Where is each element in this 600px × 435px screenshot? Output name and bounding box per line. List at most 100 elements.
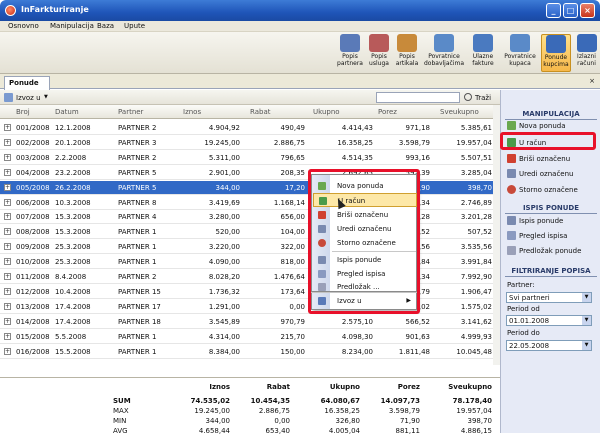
table-row[interactable]: +002/2008 20.1.2008 PARTNER 3 19.245,00 2.88…: [0, 136, 500, 150]
search-input[interactable]: [376, 92, 460, 103]
expand-row-icon[interactable]: +: [4, 302, 11, 310]
toolbar-povratnice-kupaca[interactable]: Povratnice kupaca: [500, 34, 540, 72]
expand-row-icon[interactable]: +: [4, 228, 11, 236]
toolbar-izlazni-racuni[interactable]: Izlazni računi: [573, 34, 600, 72]
toolbar-povratnice-dobavljacima[interactable]: Povratnice dobavljačima: [423, 34, 465, 72]
table-row[interactable]: +001/2008 12.1.2008 PARTNER 2 4.904,92 490,4…: [0, 121, 500, 135]
panel-pregled-ispisa[interactable]: Pregled ispisa: [507, 230, 567, 242]
expand-row-icon[interactable]: +: [4, 273, 11, 280]
table-row[interactable]: +016/2008 15.5.2008 PARTNER 1 8.384,00 150,0…: [0, 345, 500, 359]
chevron-down-icon[interactable]: ▼: [44, 94, 48, 100]
col-sveukupno[interactable]: Sveukupno: [440, 108, 479, 116]
expand-row-icon[interactable]: +: [4, 138, 11, 146]
expand-row-icon[interactable]: +: [4, 317, 11, 325]
table-row[interactable]: +011/2008 8.4.2008 PARTNER 2 8.028,20 1.476,…: [0, 270, 500, 284]
table-row[interactable]: +009/2008 25.3.2008 PARTNER 1 3.220,00 322,0…: [0, 240, 500, 255]
expand-row-icon[interactable]: +: [4, 183, 11, 191]
partner-select[interactable]: Svi partneri ▼: [506, 292, 592, 303]
expand-row-icon[interactable]: +: [4, 258, 11, 266]
col-broj[interactable]: Broj: [16, 108, 30, 116]
expand-row-icon[interactable]: +: [4, 213, 11, 221]
expand-row-icon[interactable]: +: [4, 124, 11, 131]
invoices-icon: [576, 34, 597, 52]
table-row[interactable]: +008/200815.3.2008PARTNER 1520,00104,004…: [0, 225, 500, 240]
services-icon: [369, 34, 389, 52]
toolbar-ponude-kupcima[interactable]: Ponude kupcima: [541, 34, 571, 72]
panel-uredi-oznacenu[interactable]: Uredi označenu: [507, 168, 573, 180]
table-cell: 3.141,62: [460, 317, 492, 326]
table-row[interactable]: +010/2008 25.3.2008 PARTNER 1 4.090,00 818,0…: [0, 255, 500, 270]
panel-ispis-ponude[interactable]: Ispis ponude: [507, 215, 563, 227]
table-row[interactable]: +012/2008 10.4.2008 PARTNER 15 1.736,32 173,…: [0, 285, 500, 299]
table-cell: 5.5.2008: [55, 332, 87, 341]
table-row[interactable]: +014/2008 17.4.2008 PARTNER 18 3.545,89 970,…: [0, 315, 500, 329]
summary-value: 10.454,35: [250, 397, 290, 405]
panel-brisi-oznacenu[interactable]: Briši označenu: [507, 153, 570, 165]
table-cell: PARTNER 2: [118, 124, 157, 132]
summary-value: 2.886,75: [258, 407, 290, 415]
search-button[interactable]: Traži: [475, 94, 491, 102]
expand-row-icon[interactable]: +: [4, 153, 11, 161]
table-row[interactable]: +003/2008 2.2.2008 PARTNER 2 5.311,00 796,65…: [0, 151, 500, 165]
panel-storno-oznacene[interactable]: Storno označene: [507, 184, 578, 196]
app-icon: [5, 5, 16, 16]
close-tab-icon[interactable]: ×: [589, 77, 595, 85]
table-cell: 012/2008: [16, 287, 50, 296]
table-cell: 25.3.2008: [55, 258, 91, 267]
expand-row-icon[interactable]: +: [4, 243, 11, 251]
summary-value: 19.957,04: [456, 407, 492, 415]
window-title-bar: InFarkturiranje _ □ ×: [0, 0, 600, 21]
table-row[interactable]: +013/2008 17.4.2008 PARTNER 17 1.291,00 0,00…: [0, 300, 500, 314]
menu-manipulacija[interactable]: Manipulacija: [50, 22, 94, 30]
menu-osnovno[interactable]: Osnovno: [8, 22, 39, 30]
table-cell: 015/2008: [16, 332, 50, 341]
table-cell: PARTNER 2: [118, 153, 157, 162]
articles-icon: [397, 34, 417, 52]
table-row[interactable]: +006/2008 10.3.2008 PARTNER 8 3.419,69 1.168…: [0, 196, 500, 210]
expand-row-icon[interactable]: +: [4, 198, 11, 206]
menu-baza[interactable]: Baza: [97, 22, 114, 30]
table-cell: 520,00: [215, 228, 241, 237]
toolbar-ulazne-fakture[interactable]: Ulazne fakture: [468, 34, 498, 72]
export-dropdown[interactable]: Izvoz u: [16, 94, 41, 102]
panel-nova-ponuda[interactable]: Nova ponuda: [507, 120, 566, 132]
col-iznos[interactable]: Iznos: [183, 108, 201, 116]
summary-value: 71,90: [399, 417, 420, 425]
tab-ponude[interactable]: Ponude: [4, 76, 50, 90]
minimize-button[interactable]: _: [546, 3, 561, 18]
col-datum[interactable]: Datum: [55, 108, 79, 116]
toolbar-popis-partnera[interactable]: Popis partnera: [335, 34, 365, 72]
table-cell: 490,49: [280, 124, 306, 132]
summary-value: 4.886,15: [460, 427, 492, 435]
col-porez[interactable]: Porez: [378, 108, 397, 116]
close-button[interactable]: ×: [580, 3, 595, 18]
template-icon: [507, 246, 516, 255]
table-row[interactable]: +005/200826.2.2008PARTNER 5344,0017,2032…: [0, 180, 500, 195]
period-od-field[interactable]: 01.01.2008 ▼: [506, 315, 592, 326]
toolbar-popis-artikala[interactable]: Popis artikala: [393, 34, 421, 72]
table-row[interactable]: +004/2008 23.2.2008 PARTNER 5 2.901,00 208,3…: [0, 166, 500, 180]
expand-row-icon[interactable]: +: [4, 168, 11, 176]
table-cell: 25.3.2008: [55, 243, 91, 252]
maximize-button[interactable]: □: [563, 3, 578, 18]
col-rabat[interactable]: Rabat: [250, 108, 270, 116]
table-cell: 009/2008: [16, 243, 50, 252]
toolbar-popis-usluga[interactable]: Popis usluga: [366, 34, 392, 72]
table-row[interactable]: +015/2008 5.5.2008 PARTNER 1 4.314,00 215,70…: [0, 330, 500, 344]
panel-predlozak-ponude[interactable]: Predložak ponude: [507, 245, 581, 257]
table-scrollbar[interactable]: [493, 105, 500, 365]
expand-row-icon[interactable]: +: [4, 287, 11, 295]
table-cell: 3.285,04: [460, 168, 492, 177]
period-do-field[interactable]: 22.05.2008 ▼: [506, 340, 592, 351]
expand-row-icon[interactable]: +: [4, 347, 11, 355]
table-row[interactable]: +007/2008 15.3.2008 PARTNER 4 3.280,00 656,0…: [0, 210, 500, 225]
main-toolbar: Popis partnera Popis usluga Popis artikala …: [0, 32, 600, 74]
col-partner[interactable]: Partner: [118, 108, 143, 116]
table-cell: PARTNER 1: [118, 332, 157, 341]
expand-row-icon[interactable]: +: [4, 332, 11, 340]
divider: [505, 213, 597, 214]
menu-upute[interactable]: Upute: [124, 22, 145, 30]
table-cell: 150,00: [280, 347, 306, 356]
col-ukupno[interactable]: Ukupno: [313, 108, 340, 116]
search-icon[interactable]: [464, 93, 472, 101]
